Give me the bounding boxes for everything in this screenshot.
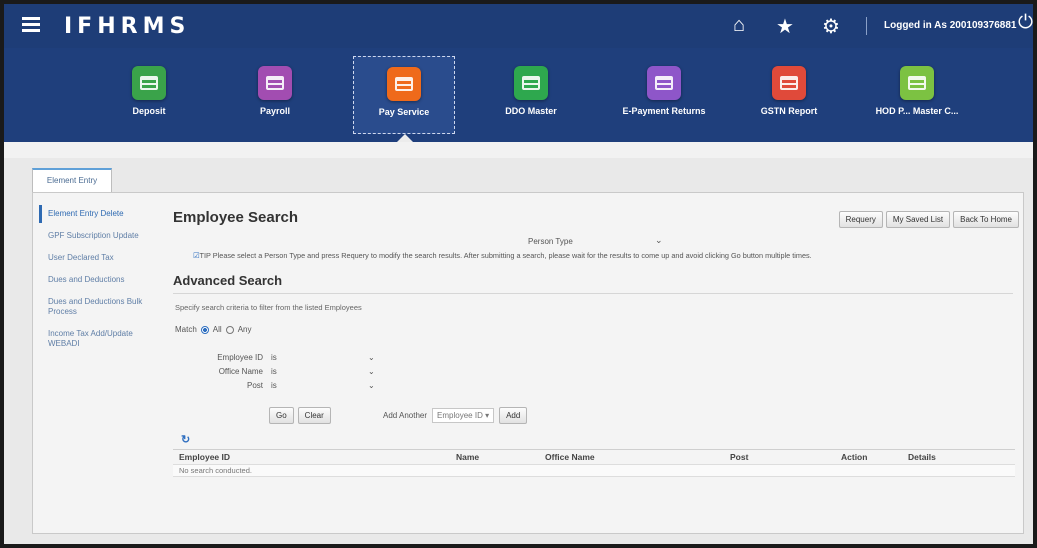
add-button[interactable]: Add xyxy=(499,407,528,424)
app-logo: IFHRMS xyxy=(64,14,191,39)
gstn-report-icon xyxy=(772,66,806,100)
screen: IFHRMS ⌂ ★ ⚙ Logged in As 200109376881 ⏻… xyxy=(4,4,1033,544)
criteria-label: Post xyxy=(246,381,263,390)
nav-label: DDO Master xyxy=(505,106,557,116)
chevron-down-icon: ▾ xyxy=(485,411,490,420)
nav-item-pay-service[interactable]: Pay Service xyxy=(353,56,455,134)
sidebar-item-gpf-subscription[interactable]: GPF Subscription Update xyxy=(39,227,157,245)
criteria-operator[interactable]: is xyxy=(271,353,277,362)
person-type-select[interactable]: Person Type xyxy=(528,237,573,246)
nav-item-deposit[interactable]: Deposit xyxy=(94,56,204,132)
column-header: Employee ID xyxy=(179,452,231,462)
nav-label: E-Payment Returns xyxy=(622,106,706,116)
gear-icon[interactable]: ⚙ xyxy=(820,14,842,39)
chevron-down-icon[interactable]: ⌄ xyxy=(368,353,375,362)
column-header: Action xyxy=(841,452,868,462)
nav-label: HOD P... Master C... xyxy=(875,106,959,116)
criteria-label: Employee ID xyxy=(217,353,263,362)
tab-element-entry[interactable]: Element Entry xyxy=(32,168,112,192)
nav-item-payroll[interactable]: Payroll xyxy=(220,56,330,132)
payroll-icon xyxy=(258,66,292,100)
refresh-icon[interactable]: ↻ xyxy=(181,433,190,446)
divider xyxy=(866,17,867,35)
results-header: Employee ID Name Office Name Post Action… xyxy=(173,450,1015,464)
empty-results-message: No search conducted. xyxy=(173,464,1015,477)
advanced-search-title: Advanced Search xyxy=(173,273,283,288)
criteria-label: Office Name xyxy=(218,367,263,376)
power-icon[interactable]: ⏻ xyxy=(1018,12,1033,34)
sidebar-item-user-declared-tax[interactable]: User Declared Tax xyxy=(39,249,157,267)
add-another-row: Add Another Employee ID ▾ Add xyxy=(383,407,528,424)
page-title: Employee Search xyxy=(173,209,299,226)
sidebar-item-dues-deductions[interactable]: Dues and Deductions xyxy=(39,271,157,289)
back-to-home-button[interactable]: Back To Home xyxy=(953,211,1019,228)
match-all-label: All xyxy=(212,325,222,334)
search-instructions: Specify search criteria to filter from t… xyxy=(175,303,362,312)
module-nav: Deposit Payroll Pay Service DDO Master E… xyxy=(4,48,1033,142)
star-icon[interactable]: ★ xyxy=(774,14,796,39)
column-header: Post xyxy=(730,452,749,462)
menu-icon[interactable] xyxy=(22,17,40,33)
ddo-master-icon xyxy=(514,66,548,100)
criteria-row-employee-id: Employee ID is ⌄ xyxy=(173,353,393,365)
column-header: Name xyxy=(456,452,480,462)
match-label: Match xyxy=(175,325,197,334)
clear-button[interactable]: Clear xyxy=(297,407,331,424)
nav-item-e-payment-returns[interactable]: E-Payment Returns xyxy=(609,56,719,132)
hod-master-icon xyxy=(900,66,934,100)
sidebar-item-dues-bulk[interactable]: Dues and Deductions Bulk Process xyxy=(39,293,157,321)
requery-button[interactable]: Requery xyxy=(838,211,883,228)
nav-label: Pay Service xyxy=(378,107,430,117)
criteria-operator[interactable]: is xyxy=(271,367,277,376)
criteria-row-post: Post is ⌄ xyxy=(173,381,393,393)
nav-item-ddo-master[interactable]: DDO Master xyxy=(476,56,586,132)
sidebar-item-income-tax-webadi[interactable]: Income Tax Add/Update WEBADI xyxy=(39,325,157,353)
match-any-label: Any xyxy=(237,325,252,334)
nav-label: GSTN Report xyxy=(760,106,818,116)
content-panel: Element Entry Delete GPF Subscription Up… xyxy=(32,192,1024,534)
nav-item-gstn-report[interactable]: GSTN Report xyxy=(734,56,844,132)
logged-in-user: Logged in As 200109376881 xyxy=(884,20,1017,31)
chevron-down-icon[interactable]: ⌄ xyxy=(368,367,375,376)
section-divider xyxy=(173,293,1013,294)
home-icon[interactable]: ⌂ xyxy=(728,14,750,39)
sidebar: Element Entry Delete GPF Subscription Up… xyxy=(39,205,157,357)
top-bar: IFHRMS ⌂ ★ ⚙ Logged in As 200109376881 ⏻ xyxy=(4,4,1033,48)
add-field-select[interactable]: Employee ID ▾ xyxy=(432,408,495,423)
match-any-radio[interactable] xyxy=(225,325,234,334)
nav-label: Deposit xyxy=(132,106,166,116)
sub-band xyxy=(4,142,1033,158)
add-another-label: Add Another xyxy=(383,411,428,420)
pay-service-icon xyxy=(387,67,421,101)
chevron-down-icon[interactable]: ⌄ xyxy=(655,235,663,246)
add-field-value: Employee ID xyxy=(437,411,483,420)
e-payment-icon xyxy=(647,66,681,100)
results-table: Employee ID Name Office Name Post Action… xyxy=(173,449,1015,477)
column-header: Details xyxy=(908,452,936,462)
criteria-operator[interactable]: is xyxy=(271,381,277,390)
my-saved-list-button[interactable]: My Saved List xyxy=(885,211,951,228)
nav-item-hod-master[interactable]: HOD P... Master C... xyxy=(862,56,972,132)
match-all-radio[interactable] xyxy=(200,325,209,334)
go-button[interactable]: Go xyxy=(269,407,294,424)
tip-message: TIP Please select a Person Type and pres… xyxy=(199,251,812,260)
column-header: Office Name xyxy=(545,452,595,462)
sidebar-item-element-entry-delete[interactable]: Element Entry Delete xyxy=(39,205,157,223)
criteria-row-office-name: Office Name is ⌄ xyxy=(173,367,393,379)
tip-text: ☑TIP Please select a Person Type and pre… xyxy=(193,251,812,260)
nav-label: Payroll xyxy=(259,106,290,116)
chevron-down-icon[interactable]: ⌄ xyxy=(368,381,375,390)
deposit-icon xyxy=(132,66,166,100)
match-options: Match All Any xyxy=(175,325,251,334)
